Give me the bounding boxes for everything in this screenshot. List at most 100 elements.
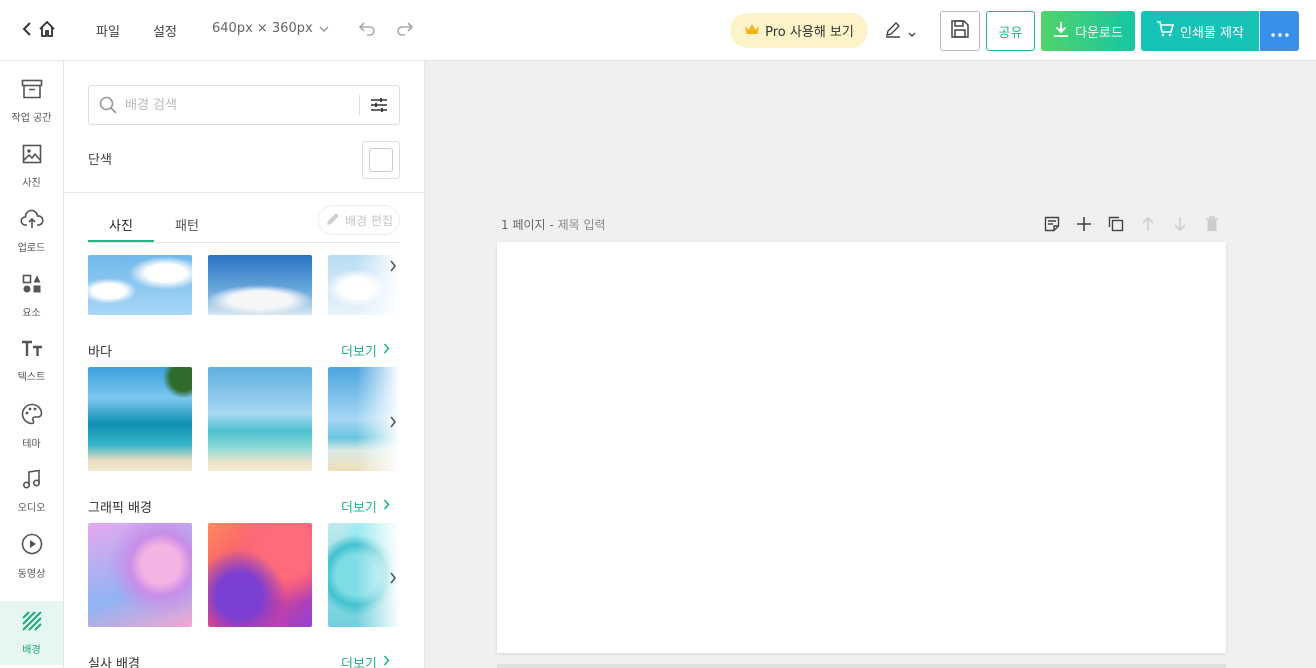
move-page-down-button[interactable] [1169,213,1191,235]
see-more-photo-real-link[interactable]: 더보기 [341,653,390,668]
chevron-down-icon [908,22,916,41]
chevron-right-icon [383,343,390,358]
chevron-right-icon [383,655,390,668]
try-pro-button[interactable]: Pro 사용해 보기 [730,13,868,48]
search-divider [359,95,360,115]
page-title-label: 1 페이지 - 제목 입력 [501,216,606,233]
download-icon [1053,21,1069,41]
rail-item-label: 요소 [22,307,41,319]
palette-icon [21,403,43,429]
redo-button[interactable] [396,20,414,40]
page-title-input[interactable]: 제목 입력 [558,218,606,232]
canvas-workspace: 1 페이지 - 제목 입력 [425,61,1316,668]
chevron-right-icon[interactable] [389,569,397,588]
tab-patterns[interactable]: 패턴 [175,215,199,234]
solid-color-label: 단색 [88,153,112,168]
chevron-down-icon [319,21,329,36]
try-pro-label: Pro 사용해 보기 [765,25,854,40]
rail-item-elements[interactable]: 요소 [0,264,63,328]
undo-button[interactable] [358,20,376,40]
section-title-photo-real: 실사 배경 [88,657,140,668]
plus-icon [1077,217,1091,231]
edit-background-label: 배경 편집 [345,213,393,228]
rail-item-label: 배경 [22,644,41,656]
pen-tool-dropdown[interactable] [884,20,916,42]
rail-item-label: 텍스트 [17,371,46,383]
floppy-disk-icon [950,19,970,43]
delete-page-button[interactable] [1201,213,1223,235]
section-title-graphic: 그래픽 배경 [88,501,152,516]
background-thumbnail[interactable] [88,523,192,627]
sea-thumbnails-row [88,367,400,471]
move-page-up-button[interactable] [1137,213,1159,235]
rail-item-text[interactable]: 텍스트 [0,329,63,393]
canvas-size-dropdown[interactable]: 640px × 360px [212,21,329,36]
rail-item-workspace[interactable]: 작업 공간 [0,69,63,133]
crown-icon [744,23,760,39]
more-options-button[interactable] [1260,11,1299,51]
rail-item-label: 사진 [22,177,41,189]
arrow-down-icon [1174,217,1186,231]
background-thumbnail[interactable] [88,255,192,315]
download-label: 다운로드 [1075,25,1123,41]
see-more-graphic-link[interactable]: 더보기 [341,497,390,516]
rail-item-photos[interactable]: 사진 [0,134,63,198]
rail-item-theme[interactable]: 테마 [0,394,63,458]
add-page-button[interactable] [1073,213,1095,235]
save-button[interactable] [940,11,980,51]
download-button[interactable]: 다운로드 [1041,11,1135,51]
chevron-right-icon[interactable] [389,413,397,432]
see-more-sea-link[interactable]: 더보기 [341,341,390,360]
home-icon [38,20,56,42]
back-home-button[interactable] [22,20,56,42]
design-canvas-page[interactable] [497,242,1226,653]
background-tabs: 사진 패턴 배경 편집 [88,205,400,243]
redo-icon [396,21,414,40]
graphic-thumbnails-row [88,523,400,627]
rail-item-label: 작업 공간 [11,112,52,124]
chevron-right-icon[interactable] [389,257,397,276]
page-number: 1 페이지 [501,218,546,232]
background-search-input[interactable] [125,95,345,115]
background-thumbnail[interactable] [208,255,312,315]
file-menu[interactable]: 파일 [96,21,120,40]
pen-icon [884,20,902,42]
rail-item-background[interactable]: 배경 [0,601,63,665]
edit-background-button[interactable]: 배경 편집 [318,205,400,235]
duplicate-page-button[interactable] [1105,213,1127,235]
top-toolbar: 파일 설정 640px × 360px Pro 사용해 보기 공유 다운로드 인… [0,0,1316,61]
trash-icon [1206,216,1218,231]
tab-photos[interactable]: 사진 [109,215,133,234]
rail-item-video[interactable]: 동영상 [0,524,63,588]
rail-item-label: 동영상 [17,568,46,580]
swatch-white [369,148,393,172]
left-nav-rail: 작업 공간 사진 업로드 요소 텍스트 테마 오디오 동영상 배경 [0,61,64,668]
background-thumbnail[interactable] [208,523,312,627]
search-icon [99,96,117,118]
background-panel: 단색 사진 패턴 배경 편집 바다 더보기 그래픽 배경 더보기 [64,61,425,668]
panel-divider [64,192,424,193]
ellipsis-icon [1270,22,1289,41]
play-icon [21,533,43,559]
see-more-label: 더보기 [341,345,377,360]
background-search [88,85,400,125]
share-button[interactable]: 공유 [986,11,1035,51]
filter-sliders-icon[interactable] [370,97,388,117]
canvas-size-value: 640px × 360px [212,21,313,36]
background-thumbnail[interactable] [208,367,312,471]
background-thumbnail[interactable] [88,367,192,471]
section-title-sea: 바다 [88,345,112,360]
sky-thumbnails-row [88,255,400,315]
print-order-label: 인쇄물 제작 [1180,25,1244,41]
solid-color-swatch[interactable] [362,141,400,179]
rail-item-label: 업로드 [17,242,46,254]
rail-item-label: 테마 [22,438,41,450]
rail-item-label: 오디오 [17,502,46,514]
settings-menu[interactable]: 설정 [153,21,177,40]
note-icon [1044,216,1060,232]
rail-item-audio[interactable]: 오디오 [0,459,63,523]
rail-item-upload[interactable]: 업로드 [0,199,63,263]
print-order-button[interactable]: 인쇄물 제작 [1141,11,1259,51]
chevron-left-icon [22,21,32,41]
page-memo-button[interactable] [1041,213,1063,235]
